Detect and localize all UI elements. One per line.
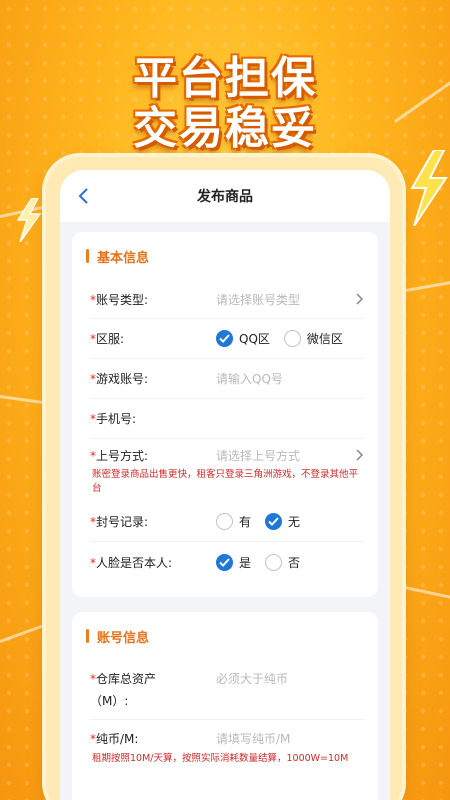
account-type-label: *账号类型:	[90, 292, 149, 307]
account-info-card: 账号信息 *仓库总资产 （M）: 必须大于纯币 *纯币/M: 请填写纯币/M 租期…	[72, 612, 378, 800]
warehouse-label: *仓库总资产 （M）:	[90, 672, 157, 708]
chevron-right-icon	[356, 449, 364, 461]
server-option-qq-label: QQ区	[239, 332, 270, 346]
pure-coin-input[interactable]: 请填写纯币/M	[216, 730, 290, 747]
server-row: *区服: QQ区 微信区	[90, 319, 364, 359]
game-account-input[interactable]: 请输入QQ号	[216, 370, 283, 387]
ban-record-yes-label: 有	[239, 515, 252, 529]
face-owner-radio-group: 是 否	[216, 553, 314, 571]
section-header: 账号信息	[72, 612, 378, 660]
face-owner-row: *人脸是否本人: 是 否	[90, 542, 364, 582]
check-icon	[219, 557, 230, 567]
ban-record-no-radio[interactable]	[265, 513, 283, 530]
login-method-label: *上号方式:	[90, 448, 149, 463]
face-owner-yes-radio[interactable]	[216, 553, 233, 571]
ban-record-row: *封号记录: 有 无	[90, 502, 364, 542]
section-accent-bar	[86, 249, 89, 263]
phone-input[interactable]	[216, 409, 364, 429]
account-type-row[interactable]: *账号类型: 请选择账号类型	[90, 280, 364, 319]
section-header: 基本信息	[72, 232, 378, 280]
warehouse-input[interactable]: 必须大于纯币	[216, 668, 288, 690]
basic-info-card: 基本信息 *账号类型: 请选择账号类型 *区服: QQ区 微信区 *游戏账号: …	[72, 232, 378, 597]
face-owner-label: *人脸是否本人:	[90, 555, 173, 570]
server-label: *区服:	[90, 332, 125, 346]
game-account-row: *游戏账号: 请输入QQ号	[90, 359, 364, 399]
ban-record-radio-group: 有 无	[216, 513, 314, 530]
ban-record-label: *封号记录:	[90, 515, 149, 529]
section-accent-bar	[86, 629, 89, 643]
account-type-select[interactable]: 请选择账号类型	[216, 291, 300, 308]
face-owner-no-label: 否	[288, 555, 301, 570]
login-method-row[interactable]: *上号方式: 请选择上号方式	[90, 439, 364, 471]
rent-note: 租期按照10M/天算，按照实际消耗数量结算，1000W=10M	[92, 753, 349, 764]
page-title: 发布商品	[197, 189, 253, 205]
warehouse-row: *仓库总资产 （M）: 必须大于纯币	[90, 660, 364, 720]
phone-label: *手机号:	[90, 412, 137, 426]
phone-row: *手机号:	[90, 399, 364, 439]
headline-line2: 交易稳妥	[133, 103, 317, 154]
pure-coin-row: *纯币/M: 请填写纯币/M	[90, 720, 364, 756]
check-icon	[268, 517, 279, 526]
nav-bar: 发布商品	[60, 170, 390, 222]
lightning-bolt-icon	[16, 198, 42, 242]
back-arrow-icon[interactable]	[74, 186, 94, 206]
lightning-bolt-icon	[410, 150, 448, 226]
section-title: 基本信息	[97, 250, 150, 266]
server-option-qq-radio[interactable]	[216, 330, 233, 347]
face-owner-yes-label: 是	[239, 555, 252, 570]
chevron-right-icon	[356, 293, 364, 305]
game-account-label: *游戏账号:	[90, 372, 149, 386]
ban-record-no-label: 无	[288, 515, 301, 529]
login-method-select[interactable]: 请选择上号方式	[216, 447, 300, 464]
pure-coin-label: *纯币/M:	[90, 731, 139, 746]
app-screen: 发布商品 基本信息 *账号类型: 请选择账号类型 *区服: QQ区 微信区 *游	[60, 170, 390, 800]
server-option-wechat-label: 微信区	[306, 332, 343, 346]
login-method-note: 账密登录商品出售更快，租客只登录三角洲游戏，不登录其他平台	[92, 469, 359, 494]
section-title: 账号信息	[97, 630, 150, 646]
face-owner-no-radio[interactable]	[265, 553, 283, 571]
server-option-wechat-radio[interactable]	[283, 330, 301, 347]
check-icon	[219, 334, 230, 343]
ban-record-yes-radio[interactable]	[216, 513, 233, 530]
server-radio-group: QQ区 微信区	[216, 330, 357, 347]
